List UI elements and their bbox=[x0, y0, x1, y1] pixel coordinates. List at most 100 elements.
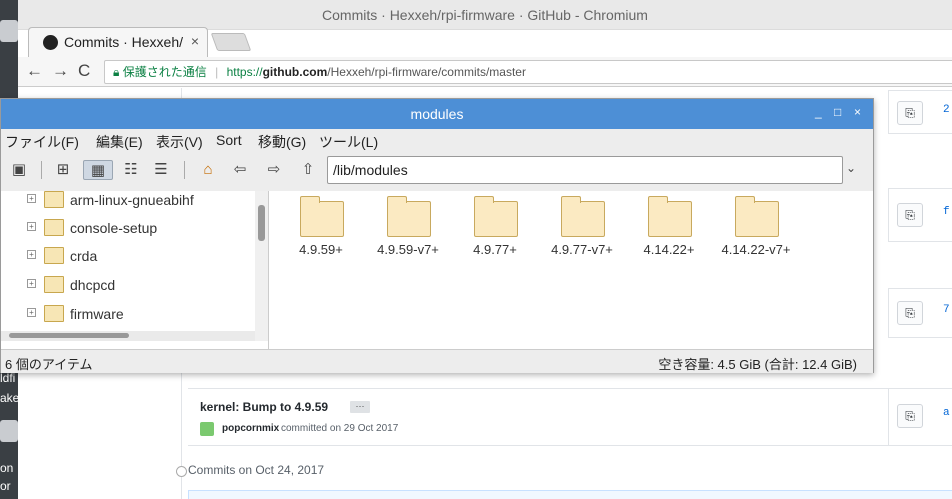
fm-toolbar: ▣ ⊞ ▦ ☷ ☰ ⌂ ⇦ ⇨ ⇧ ⌄ bbox=[1, 153, 873, 187]
commit-row bbox=[188, 490, 952, 499]
commit-actions: ⎘ a bbox=[888, 388, 952, 446]
folder-item[interactable]: 4.14.22-v7+ bbox=[715, 196, 797, 269]
expand-icon[interactable]: + bbox=[27, 250, 36, 259]
scrollbar-thumb[interactable] bbox=[258, 205, 265, 241]
folder-icon bbox=[561, 196, 605, 237]
commit-meta: committed on 29 Oct 2017 bbox=[281, 423, 399, 434]
list-view-icon[interactable]: ☰ bbox=[151, 160, 171, 180]
icon-view-icon[interactable]: ▦ bbox=[83, 160, 113, 180]
folder-label: 4.9.77-v7+ bbox=[551, 242, 613, 257]
new-tab-button[interactable] bbox=[210, 33, 252, 51]
lock-icon: 🔒︎ bbox=[113, 65, 120, 79]
reload-icon[interactable]: C bbox=[78, 61, 90, 81]
tab-commits[interactable]: Commits · Hexxeh/ × bbox=[28, 27, 208, 57]
path-input[interactable] bbox=[327, 156, 843, 184]
expand-icon[interactable]: + bbox=[27, 308, 36, 317]
copy-sha-button[interactable]: ⎘ bbox=[897, 301, 923, 325]
free-space: 空き容量: 4.5 GiB (合計: 12.4 GiB) bbox=[658, 357, 857, 372]
chevron-down-icon[interactable]: ⌄ bbox=[846, 161, 856, 175]
expand-icon[interactable]: + bbox=[27, 279, 36, 288]
folder-icon bbox=[387, 196, 431, 237]
folder-icon bbox=[44, 305, 64, 322]
forward-arrow-icon[interactable]: → bbox=[52, 61, 69, 81]
folder-icon bbox=[44, 247, 64, 264]
commit-sha[interactable]: 2 bbox=[943, 104, 950, 116]
divider bbox=[184, 161, 185, 179]
back-icon[interactable]: ⇦ bbox=[230, 160, 250, 180]
screen: ldfi ake on or Commits · Hexxeh/rpi-firm… bbox=[0, 0, 952, 499]
close-icon[interactable]: × bbox=[191, 33, 199, 49]
secure-label: 保護された通信 bbox=[122, 65, 207, 79]
commit-row: kernel: Bump to 4.9.59 ··· popcornmix co… bbox=[188, 388, 888, 446]
menu-edit[interactable]: 編集(E) bbox=[96, 132, 143, 152]
folder-label: 4.9.77+ bbox=[473, 242, 517, 257]
folder-label: 4.9.59-v7+ bbox=[377, 242, 439, 257]
menu-go[interactable]: 移動(G) bbox=[258, 132, 306, 152]
tree-item-label: arm-linux-gnueabihf bbox=[70, 192, 194, 208]
copy-sha-button[interactable]: ⎘ bbox=[897, 404, 923, 428]
timeline-dot bbox=[176, 466, 187, 477]
commit-actions: ⎘ 2 bbox=[888, 90, 952, 134]
tab-title: Commits · Hexxeh/ bbox=[64, 34, 184, 50]
divider bbox=[41, 161, 42, 179]
copy-sha-button[interactable]: ⎘ bbox=[897, 101, 923, 125]
folder-label: 4.9.59+ bbox=[299, 242, 343, 257]
thumbnail-view-icon[interactable]: ⊞ bbox=[53, 160, 73, 180]
desktop-app-icon[interactable] bbox=[0, 420, 18, 442]
avatar[interactable] bbox=[200, 422, 214, 436]
desktop-app-icon[interactable] bbox=[0, 20, 18, 42]
fm-menubar: ファイル(F) 編集(E) 表示(V) Sort 移動(G) ツール(L) bbox=[1, 129, 873, 153]
close-button[interactable]: × bbox=[854, 105, 861, 119]
folder-item[interactable]: 4.9.59+ bbox=[280, 196, 362, 269]
back-arrow-icon[interactable]: ← bbox=[26, 61, 43, 81]
home-icon[interactable]: ⌂ bbox=[198, 160, 218, 180]
tree-horizontal-scrollbar[interactable] bbox=[1, 331, 255, 341]
folder-icon bbox=[44, 276, 64, 293]
fm-statusbar: 6 個のアイテム 空き容量: 4.5 GiB (合計: 12.4 GiB) bbox=[1, 349, 873, 373]
tree-item-label: firmware bbox=[70, 306, 124, 322]
commit-author-link[interactable]: popcornmix bbox=[222, 423, 279, 434]
commit-sha[interactable]: f bbox=[943, 206, 950, 218]
menu-view[interactable]: 表示(V) bbox=[156, 132, 203, 152]
folder-icon bbox=[44, 191, 64, 208]
folder-item[interactable]: 4.14.22+ bbox=[628, 196, 710, 269]
menu-file[interactable]: ファイル(F) bbox=[5, 132, 79, 152]
menu-tools[interactable]: ツール(L) bbox=[319, 132, 378, 152]
fm-titlebar[interactable]: modules _ □ × bbox=[1, 99, 873, 129]
expand-message-button[interactable]: ··· bbox=[350, 401, 370, 413]
fm-body: + arm-linux-gnueabihf + console-setup + … bbox=[1, 191, 873, 349]
url-path: /Hexxeh/rpi-firmware/commits/master bbox=[327, 65, 526, 79]
copy-sha-button[interactable]: ⎘ bbox=[897, 203, 923, 227]
tree-vertical-scrollbar[interactable] bbox=[255, 191, 268, 341]
commit-actions: ⎘ 7 bbox=[888, 288, 952, 338]
sidebar-toggle-icon[interactable]: ▣ bbox=[9, 160, 29, 180]
folder-item[interactable]: 4.9.77+ bbox=[454, 196, 536, 269]
compact-view-icon[interactable]: ☷ bbox=[121, 160, 141, 180]
desktop-label: on bbox=[0, 461, 14, 475]
directory-tree: + arm-linux-gnueabihf + console-setup + … bbox=[1, 191, 269, 349]
scrollbar-thumb[interactable] bbox=[9, 333, 129, 338]
commits-date-header: Commits on Oct 24, 2017 bbox=[188, 463, 325, 477]
address-bar[interactable]: 🔒︎ 保護された通信 | https://github.com/Hexxeh/r… bbox=[104, 60, 952, 84]
tree-item-label: dhcpcd bbox=[70, 277, 116, 293]
up-icon[interactable]: ⇧ bbox=[298, 160, 318, 180]
tree-item-label: crda bbox=[70, 248, 98, 264]
commit-actions: ⎘ f bbox=[888, 188, 952, 242]
forward-icon[interactable]: ⇨ bbox=[264, 160, 284, 180]
expand-icon[interactable]: + bbox=[27, 194, 36, 203]
folder-label: 4.14.22-v7+ bbox=[721, 242, 791, 257]
folder-item[interactable]: 4.9.77-v7+ bbox=[541, 196, 623, 269]
folder-icon bbox=[474, 196, 518, 237]
minimize-button[interactable]: _ bbox=[815, 105, 822, 119]
folder-item[interactable]: 4.9.59-v7+ bbox=[367, 196, 449, 269]
file-manager-window: modules _ □ × ファイル(F) 編集(E) 表示(V) Sort 移… bbox=[0, 98, 874, 373]
github-icon bbox=[43, 35, 58, 50]
maximize-button[interactable]: □ bbox=[834, 105, 841, 119]
commit-title-link[interactable]: kernel: Bump to 4.9.59 bbox=[200, 400, 328, 414]
browser-titlebar: Commits · Hexxeh/rpi-firmware · GitHub -… bbox=[18, 0, 952, 30]
menu-sort[interactable]: Sort bbox=[216, 132, 242, 148]
desktop-label: or bbox=[0, 479, 11, 493]
commit-sha[interactable]: a bbox=[943, 407, 950, 419]
expand-icon[interactable]: + bbox=[27, 222, 36, 231]
commit-sha[interactable]: 7 bbox=[943, 304, 950, 316]
